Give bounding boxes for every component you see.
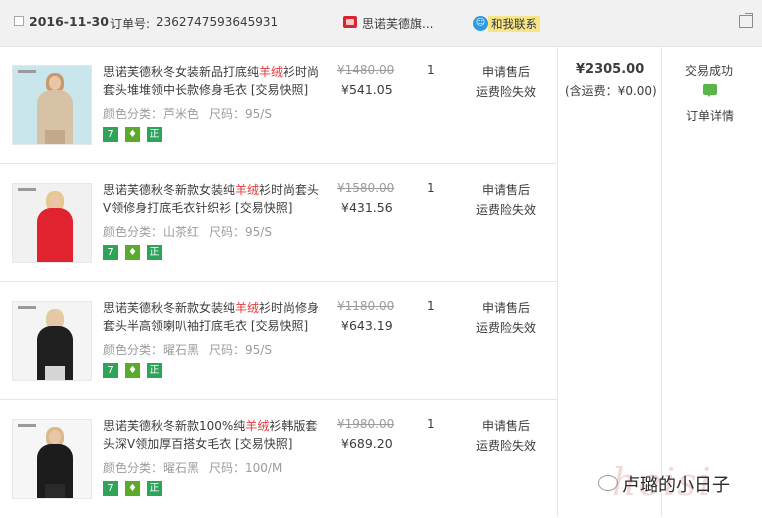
product-image[interactable]	[12, 183, 92, 263]
product-attributes: 颜色分类：芦米色 尺码：95/S	[103, 105, 282, 122]
service-badges: 7 ♦ 正	[103, 245, 169, 261]
size-option: 尺码：95/S	[209, 225, 272, 239]
wechat-icon	[598, 475, 618, 491]
product-title-link[interactable]: 思诺芙德秋冬新款100%纯羊绒衫韩版套头深V领加厚百搭女毛衣 [交易快照]	[103, 417, 327, 453]
order-number-label: 订单号:	[110, 17, 151, 31]
after-sale-link[interactable]: 申请售后	[482, 63, 530, 80]
after-sale-link[interactable]: 申请售后	[482, 417, 530, 434]
product-title-link[interactable]: 思诺芙德秋冬新款女装纯羊绒衫时尚套头V领修身打底毛衣针织衫 [交易快照]	[103, 181, 327, 217]
seven-day-return-icon[interactable]: 7	[103, 245, 118, 260]
shop-name-link[interactable]: 思诺芙德旗...	[362, 15, 433, 32]
watermark-text: 卢璐的小日子	[622, 475, 730, 496]
contact-seller-button[interactable]: 和我联系	[488, 16, 540, 32]
contact-icon[interactable]: ☺	[473, 16, 488, 31]
consumer-protection-icon[interactable]: ♦	[125, 481, 140, 496]
service-badges: 7 ♦ 正	[103, 363, 169, 379]
color-option: 颜色分类：山茶红	[103, 225, 200, 239]
genuine-guarantee-icon[interactable]: 正	[147, 363, 162, 378]
after-sale-link[interactable]: 申请售后	[482, 299, 530, 316]
shipping-insurance-status: 运费险失效	[476, 85, 537, 99]
paid-price: ¥541.05	[341, 82, 393, 97]
shipping-insurance-status: 运费险失效	[476, 439, 537, 453]
order-item: 思诺芙德秋冬女装新品打底纯羊绒衫时尚套头堆堆领中长款修身毛衣 [交易快照] 颜色…	[0, 46, 557, 164]
consumer-protection-icon[interactable]: ♦	[125, 363, 140, 378]
product-title-link[interactable]: 思诺芙德秋冬新款女装纯羊绒衫时尚修身套头半高领喇叭袖打底毛衣 [交易快照]	[103, 299, 327, 335]
paid-price: ¥431.56	[341, 200, 393, 215]
quantity: 1	[427, 63, 435, 77]
order-total: ¥2305.00	[576, 62, 645, 77]
genuine-guarantee-icon[interactable]: 正	[147, 127, 162, 142]
product-attributes: 颜色分类：山茶红 尺码：95/S	[103, 223, 282, 240]
product-title-link[interactable]: 思诺芙德秋冬女装新品打底纯羊绒衫时尚套头堆堆领中长款修身毛衣 [交易快照]	[103, 63, 327, 99]
product-attributes: 颜色分类：曜石黑 尺码：100/M	[103, 459, 292, 476]
product-attributes: 颜色分类：曜石黑 尺码：95/S	[103, 341, 282, 358]
size-option: 尺码：95/S	[209, 343, 272, 357]
original-price: ¥1180.00	[337, 299, 395, 313]
original-price: ¥1980.00	[337, 417, 395, 431]
genuine-guarantee-icon[interactable]: 正	[147, 481, 162, 496]
size-option: 尺码：95/S	[209, 107, 272, 121]
order-item: 思诺芙德秋冬新款100%纯羊绒衫韩版套头深V领加厚百搭女毛衣 [交易快照] 颜色…	[0, 400, 557, 518]
column-divider	[557, 46, 558, 517]
service-badges: 7 ♦ 正	[103, 127, 169, 143]
product-image[interactable]	[12, 419, 92, 499]
paid-price: ¥643.19	[341, 318, 393, 333]
order-date: 2016-11-30	[29, 14, 109, 29]
genuine-guarantee-icon[interactable]: 正	[147, 245, 162, 260]
order-item: 思诺芙德秋冬新款女装纯羊绒衫时尚套头V领修身打底毛衣针织衫 [交易快照] 颜色分…	[0, 164, 557, 282]
shipping-insurance-status: 运费险失效	[476, 203, 537, 217]
consumer-protection-icon[interactable]: ♦	[125, 127, 140, 142]
seven-day-return-icon[interactable]: 7	[103, 481, 118, 496]
order-number: 2362747593645931	[156, 15, 279, 29]
quantity: 1	[427, 417, 435, 431]
order-item: 思诺芙德秋冬新款女装纯羊绒衫时尚修身套头半高领喇叭袖打底毛衣 [交易快照] 颜色…	[0, 282, 557, 400]
shipping-fee-note: (含运费：¥0.00)	[565, 84, 657, 98]
color-option: 颜色分类：曜石黑	[103, 343, 200, 357]
consumer-protection-icon[interactable]: ♦	[125, 245, 140, 260]
share-icon[interactable]	[739, 15, 753, 28]
color-option: 颜色分类：芦米色	[103, 107, 200, 121]
shipping-insurance-status: 运费险失效	[476, 321, 537, 335]
size-option: 尺码：100/M	[209, 461, 283, 475]
message-icon[interactable]	[703, 84, 717, 97]
quantity: 1	[427, 299, 435, 313]
trade-status: 交易成功	[685, 64, 734, 78]
order-detail-link[interactable]: 订单详情	[686, 107, 734, 124]
product-image[interactable]	[12, 301, 92, 381]
quantity: 1	[427, 181, 435, 195]
select-order-checkbox[interactable]	[14, 16, 24, 26]
after-sale-link[interactable]: 申请售后	[482, 181, 530, 198]
order-header: 2016-11-30 订单号: 2362747593645931 思诺芙德旗..…	[0, 0, 762, 47]
original-price: ¥1580.00	[337, 181, 395, 195]
shop-icon[interactable]	[343, 16, 357, 28]
paid-price: ¥689.20	[341, 436, 393, 451]
original-price: ¥1480.00	[337, 63, 395, 77]
color-option: 颜色分类：曜石黑	[103, 461, 200, 475]
seven-day-return-icon[interactable]: 7	[103, 127, 118, 142]
seven-day-return-icon[interactable]: 7	[103, 363, 118, 378]
product-image[interactable]	[12, 65, 92, 145]
column-divider	[661, 46, 662, 517]
service-badges: 7 ♦ 正	[103, 481, 169, 497]
